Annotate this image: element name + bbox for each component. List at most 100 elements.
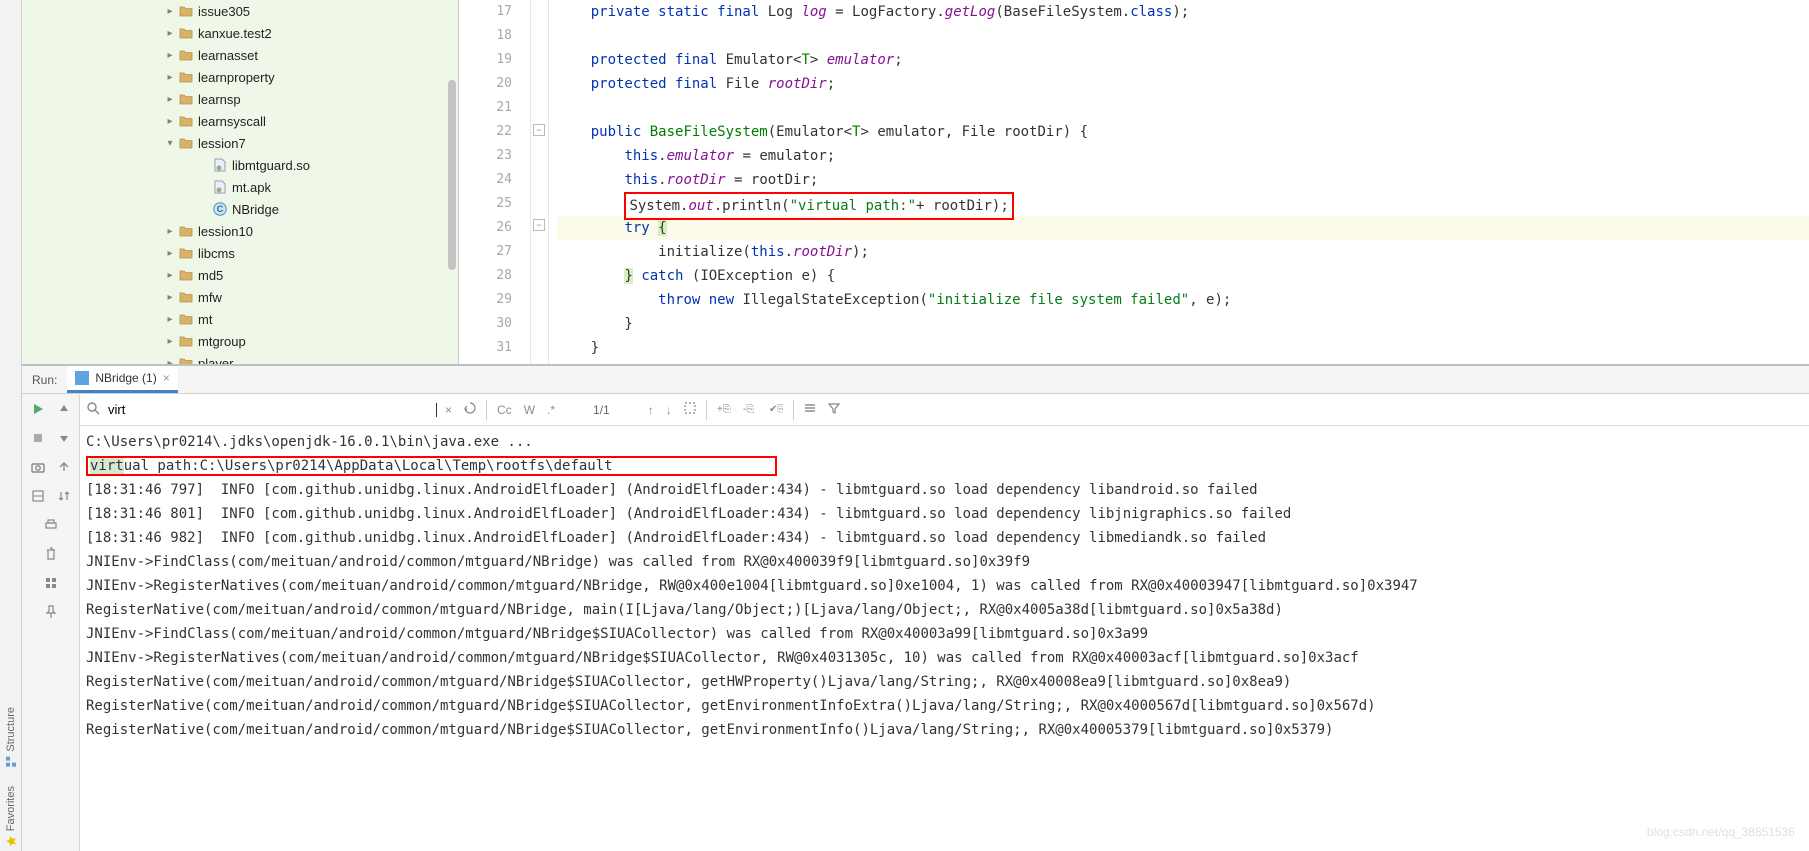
export-icon[interactable] (53, 456, 75, 478)
sidebar-structure[interactable]: Structure (5, 707, 17, 768)
chevron-right-icon[interactable]: ▸ (162, 72, 178, 83)
run-tab-label: NBridge (1) (95, 371, 156, 385)
tree-item-label: NBridge (232, 202, 279, 217)
code-line[interactable]: } (557, 312, 1809, 336)
code-line[interactable]: initialize(this.rootDir); (557, 240, 1809, 264)
folder-icon (178, 311, 194, 327)
tree-item-label: mtgroup (198, 334, 246, 349)
pin-icon[interactable] (40, 601, 62, 623)
chevron-right-icon[interactable]: ▸ (162, 94, 178, 105)
code-line[interactable]: public BaseFileSystem(Emulator<T> emulat… (557, 120, 1809, 144)
chevron-right-icon[interactable]: ▸ (162, 336, 178, 347)
tree-item[interactable]: ▸player (22, 352, 458, 364)
grid-icon[interactable] (40, 572, 62, 594)
filter-icon[interactable] (824, 400, 844, 419)
chevron-right-icon[interactable]: ▸ (162, 6, 178, 17)
tree-item[interactable]: C NBridge (22, 198, 458, 220)
add-selection-icon[interactable]: +⎘ (713, 400, 735, 419)
code-line[interactable] (557, 24, 1809, 48)
tree-item[interactable]: ▸learnsp (22, 88, 458, 110)
chevron-right-icon[interactable]: ▸ (162, 358, 178, 365)
run-label: Run: (22, 373, 67, 387)
tree-item[interactable]: ▾lession7 (22, 132, 458, 154)
trash-icon[interactable] (40, 543, 62, 565)
console-line: RegisterNative(com/meituan/android/commo… (86, 718, 1803, 742)
up-arrow-icon[interactable] (53, 398, 75, 420)
print-icon[interactable] (40, 514, 62, 536)
code-line[interactable]: } (557, 336, 1809, 360)
code-line[interactable]: throw new IllegalStateException("initial… (557, 288, 1809, 312)
console-line: JNIEnv->FindClass(com/meituan/android/co… (86, 550, 1803, 574)
tree-item-label: learnsyscall (198, 114, 266, 129)
chevron-right-icon[interactable]: ▸ (162, 314, 178, 325)
folder-icon (178, 47, 194, 63)
tree-item[interactable]: ▸mfw (22, 286, 458, 308)
folder-icon (178, 267, 194, 283)
chevron-right-icon[interactable]: ▸ (162, 292, 178, 303)
select-all-icon[interactable] (680, 400, 700, 419)
tree-item[interactable]: ▸md5 (22, 264, 458, 286)
prev-match-icon[interactable]: ↑ (644, 401, 658, 419)
clear-search-icon[interactable]: × (441, 401, 456, 419)
chevron-right-icon[interactable]: ▸ (162, 28, 178, 39)
tree-item[interactable]: ▸learnasset (22, 44, 458, 66)
chevron-down-icon[interactable]: ▾ (162, 138, 178, 149)
next-match-icon[interactable]: ↓ (662, 401, 676, 419)
code-line[interactable]: } catch (IOException e) { (557, 264, 1809, 288)
down-arrow-icon[interactable] (53, 427, 75, 449)
console-line: RegisterNative(com/meituan/android/commo… (86, 598, 1803, 622)
close-icon[interactable]: × (163, 371, 170, 385)
sidebar-favorites[interactable]: Favorites (5, 786, 17, 847)
sort-icon[interactable] (53, 485, 75, 507)
chevron-right-icon[interactable]: ▸ (162, 270, 178, 281)
folder-icon (178, 3, 194, 19)
tree-item[interactable]: mt.apk (22, 176, 458, 198)
remove-selection-icon[interactable]: -⎘ (739, 400, 761, 419)
code-line[interactable] (557, 96, 1809, 120)
history-icon[interactable] (460, 400, 480, 419)
class-icon: C (212, 201, 228, 217)
code-line[interactable]: protected final File rootDir; (557, 72, 1809, 96)
code-line[interactable]: private static final Log log = LogFactor… (557, 0, 1809, 24)
tree-item[interactable]: ▸mt (22, 308, 458, 330)
code-line[interactable]: this.rootDir = rootDir; (557, 168, 1809, 192)
fold-handle-icon[interactable]: − (533, 124, 545, 136)
regex-toggle[interactable]: .* (543, 401, 559, 419)
code-editor[interactable]: 171819202122232425262728293031 − − priva… (459, 0, 1809, 364)
console-output[interactable]: C:\Users\pr0214\.jdks\openjdk-16.0.1\bin… (80, 426, 1809, 851)
tree-item[interactable]: ▸ learnsyscall (22, 110, 458, 132)
left-gutter: Structure Favorites (0, 0, 22, 851)
console-line: [18:31:46 801] INFO [com.github.unidbg.l… (86, 502, 1803, 526)
code-line[interactable]: this.emulator = emulator; (557, 144, 1809, 168)
chevron-right-icon[interactable]: ▸ (162, 116, 178, 127)
chevron-right-icon[interactable]: ▸ (162, 226, 178, 237)
whole-word-toggle[interactable]: W (520, 401, 539, 419)
camera-icon[interactable] (27, 456, 49, 478)
folder-icon (178, 91, 194, 107)
tree-item[interactable]: ▸ issue305 (22, 0, 458, 22)
chevron-right-icon[interactable]: ▸ (162, 50, 178, 61)
tree-item[interactable]: ▸learnproperty (22, 66, 458, 88)
code-line[interactable]: System.out.println("virtual path:"+ root… (557, 192, 1809, 216)
run-tab-nbridge[interactable]: NBridge (1) × (67, 366, 177, 393)
code-line[interactable]: protected final Emulator<T> emulator; (557, 48, 1809, 72)
chevron-right-icon[interactable]: ▸ (162, 248, 178, 259)
list-icon[interactable] (800, 400, 820, 419)
tree-item[interactable]: ▸lession10 (22, 220, 458, 242)
stop-icon[interactable] (27, 427, 49, 449)
tree-item[interactable]: libmtguard.so (22, 154, 458, 176)
tree-item[interactable]: ▸kanxue.test2 (22, 22, 458, 44)
search-input[interactable] (104, 400, 434, 419)
tree-item-label: libcms (198, 246, 235, 261)
tree-item[interactable]: ▸ mtgroup (22, 330, 458, 352)
run-icon[interactable] (27, 398, 49, 420)
fold-gutter[interactable]: − − (531, 0, 549, 364)
project-tree[interactable]: ▸ issue305 ▸kanxue.test2▸learnasset▸learnp… (22, 0, 459, 364)
layout-icon[interactable] (27, 485, 49, 507)
fold-handle-icon[interactable]: − (533, 219, 545, 231)
tree-item-label: issue305 (198, 4, 250, 19)
match-case-toggle[interactable]: Cc (493, 401, 516, 419)
select-occurrences-icon[interactable]: ✔⎘ (765, 400, 787, 419)
scrollbar-thumb[interactable] (448, 80, 456, 270)
tree-item[interactable]: ▸ libcms (22, 242, 458, 264)
